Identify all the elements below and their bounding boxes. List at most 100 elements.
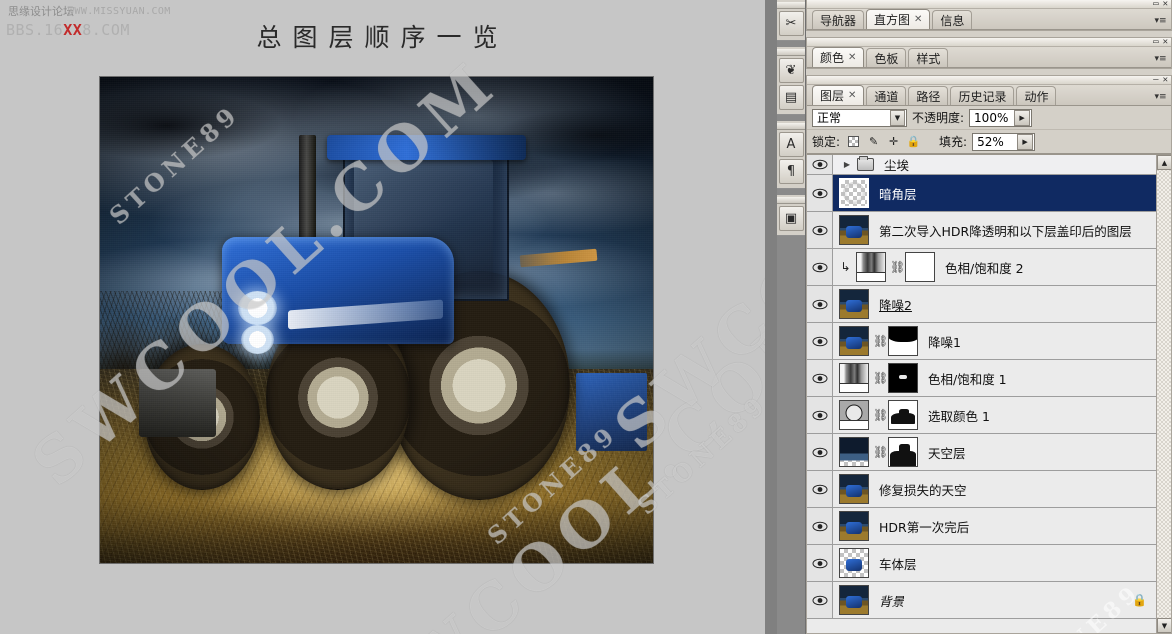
panel-tabs[interactable]: 图层 ✕ 通道 路径 历史记录 动作 ▾≡ [807, 85, 1171, 106]
table-row[interactable]: ▶ 尘埃 [807, 155, 1171, 175]
layer-visibility-toggle[interactable] [807, 175, 833, 211]
opacity-slider-icon[interactable]: ▶ [1014, 109, 1031, 126]
layer-visibility-toggle[interactable] [807, 249, 833, 285]
character-icon[interactable]: A [778, 132, 804, 157]
table-row[interactable]: HDR第一次完后 [807, 508, 1171, 545]
link-icon[interactable]: ⛓ [873, 445, 888, 459]
layer-comps-icon[interactable]: ▣ [778, 206, 804, 231]
strip-grip[interactable] [777, 2, 805, 9]
fill-slider-icon[interactable]: ▶ [1017, 133, 1034, 150]
layer-mask-thumbnail[interactable] [905, 252, 935, 282]
layer-visibility-toggle[interactable] [807, 155, 833, 174]
layer-thumbnail[interactable] [856, 252, 886, 282]
layer-visibility-toggle[interactable] [807, 286, 833, 322]
panel-tabs[interactable]: 导航器 直方图 ✕ 信息 ▾≡ [807, 9, 1171, 30]
tab-close-icon[interactable]: ✕ [848, 52, 856, 63]
chevron-right-icon[interactable]: ▶ [841, 160, 853, 169]
layer-mask-thumbnail[interactable] [888, 437, 918, 467]
table-row[interactable]: 第二次导入HDR降透明和以下层盖印后的图层 [807, 212, 1171, 249]
lock-buttons[interactable]: ✎ ✛ 🔒 [847, 135, 920, 148]
layer-mask-thumbnail[interactable] [888, 326, 918, 356]
layer-name[interactable]: 选取颜色 1 [928, 406, 990, 425]
document-canvas-area[interactable]: 思缘设计论坛 WWW.MISSYUAN.COM BBS.16XX8.COM 总图… [0, 0, 765, 634]
layer-thumbnail[interactable] [839, 437, 869, 467]
panel-menu-icon[interactable]: ▾≡ [1154, 14, 1167, 27]
table-row[interactable]: ↳ ⛓ 色相/饱和度 2 [807, 249, 1171, 286]
layer-thumbnail[interactable] [839, 400, 869, 430]
layers-list[interactable]: ▶ 尘埃 暗角层 第二次导入HDR降透明和以下层盖印后的图层 ↳ ⛓ 色相/饱和… [807, 154, 1171, 633]
layer-name[interactable]: 车体层 [879, 554, 917, 573]
table-row[interactable]: 车体层 [807, 545, 1171, 582]
minimize-icon[interactable]: ▭ [1153, 38, 1158, 47]
tools-icon[interactable]: ✂ [778, 11, 804, 36]
panel-window-buttons[interactable]: ▭ ✕ [1153, 0, 1168, 9]
layer-visibility-toggle[interactable] [807, 508, 833, 544]
collapsed-panel-strip[interactable]: ✂ ❦ ▤ A ¶ ▣ [777, 0, 806, 634]
lock-move-icon[interactable]: ✛ [887, 135, 900, 148]
layer-name[interactable]: 色相/饱和度 1 [928, 369, 1007, 388]
tab-actions[interactable]: 动作 [1016, 86, 1057, 105]
link-icon[interactable]: ⛓ [890, 260, 905, 274]
scroll-up-button[interactable]: ▲ [1157, 155, 1171, 170]
table-row[interactable]: ⛓ 选取颜色 1 [807, 397, 1171, 434]
layer-thumbnail[interactable] [839, 215, 869, 245]
strip-grip[interactable] [777, 49, 805, 56]
close-icon[interactable]: ✕ [1163, 76, 1168, 85]
tab-channels[interactable]: 通道 [866, 86, 907, 105]
layer-thumbnail[interactable] [839, 326, 869, 356]
layer-thumbnail[interactable] [839, 548, 869, 578]
tab-close-icon[interactable]: ✕ [848, 90, 856, 101]
table-row[interactable]: ⛓ 降噪1 [807, 323, 1171, 360]
panel-grip[interactable]: ▭ ✕ [807, 0, 1171, 9]
tab-swatches[interactable]: 色板 [866, 48, 907, 67]
panel-menu-icon[interactable]: ▾≡ [1154, 52, 1167, 65]
layer-visibility-toggle[interactable] [807, 471, 833, 507]
tab-color[interactable]: 颜色 ✕ [812, 47, 865, 67]
layer-visibility-toggle[interactable] [807, 360, 833, 396]
layer-thumbnail[interactable] [839, 585, 869, 615]
layer-visibility-toggle[interactable] [807, 397, 833, 433]
table-row[interactable]: 修复损失的天空 [807, 471, 1171, 508]
layer-visibility-toggle[interactable] [807, 545, 833, 581]
layer-thumbnail[interactable] [839, 474, 869, 504]
tab-close-icon[interactable]: ✕ [914, 14, 922, 25]
table-row[interactable]: 降噪2 [807, 286, 1171, 323]
layers-scrollbar[interactable]: ▲ ▼ [1156, 155, 1171, 633]
scroll-down-button[interactable]: ▼ [1157, 618, 1171, 633]
brushes-icon[interactable]: ❦ [778, 58, 804, 83]
chevron-down-icon[interactable]: ▼ [890, 109, 905, 126]
tab-history[interactable]: 历史记录 [950, 86, 1015, 105]
layer-name[interactable]: 暗角层 [879, 184, 917, 203]
link-icon[interactable]: ⛓ [873, 408, 888, 422]
layer-name[interactable]: HDR第一次完后 [879, 517, 969, 536]
strip-grip[interactable] [777, 123, 805, 130]
panel-window-buttons[interactable]: — ✕ [1153, 76, 1168, 85]
close-icon[interactable]: ✕ [1163, 38, 1168, 47]
layer-mask-thumbnail[interactable] [888, 400, 918, 430]
layer-visibility-toggle[interactable] [807, 323, 833, 359]
layer-name[interactable]: 尘埃 [884, 155, 909, 174]
fill-field[interactable]: 52% ▶ [972, 132, 1036, 151]
layer-thumbnail[interactable] [839, 511, 869, 541]
lock-all-icon[interactable]: 🔒 [907, 135, 921, 148]
minimize-icon[interactable]: ▭ [1153, 0, 1158, 9]
layer-name[interactable]: 降噪2 [879, 295, 912, 314]
opacity-field[interactable]: 100% ▶ [969, 108, 1033, 127]
layer-mask-thumbnail[interactable] [888, 363, 918, 393]
layer-visibility-toggle[interactable] [807, 434, 833, 470]
artwork-image[interactable] [99, 76, 654, 564]
tab-navigator[interactable]: 导航器 [812, 10, 865, 29]
layer-name[interactable]: 天空层 [928, 443, 966, 462]
minimize-icon[interactable]: — [1153, 76, 1158, 85]
dock-splitter[interactable] [765, 0, 777, 634]
layer-visibility-toggle[interactable] [807, 582, 833, 618]
table-row[interactable]: 暗角层 [807, 175, 1171, 212]
tool-presets-icon[interactable]: ▤ [778, 85, 804, 110]
lock-transparency-icon[interactable] [847, 135, 860, 148]
layer-thumbnail[interactable] [839, 178, 869, 208]
tab-info[interactable]: 信息 [932, 10, 973, 29]
panel-grip[interactable]: ▭ ✕ [807, 38, 1171, 47]
table-row[interactable]: ⛓ 色相/饱和度 1 [807, 360, 1171, 397]
lock-paint-icon[interactable]: ✎ [867, 135, 880, 148]
layer-name[interactable]: 第二次导入HDR降透明和以下层盖印后的图层 [879, 221, 1132, 240]
